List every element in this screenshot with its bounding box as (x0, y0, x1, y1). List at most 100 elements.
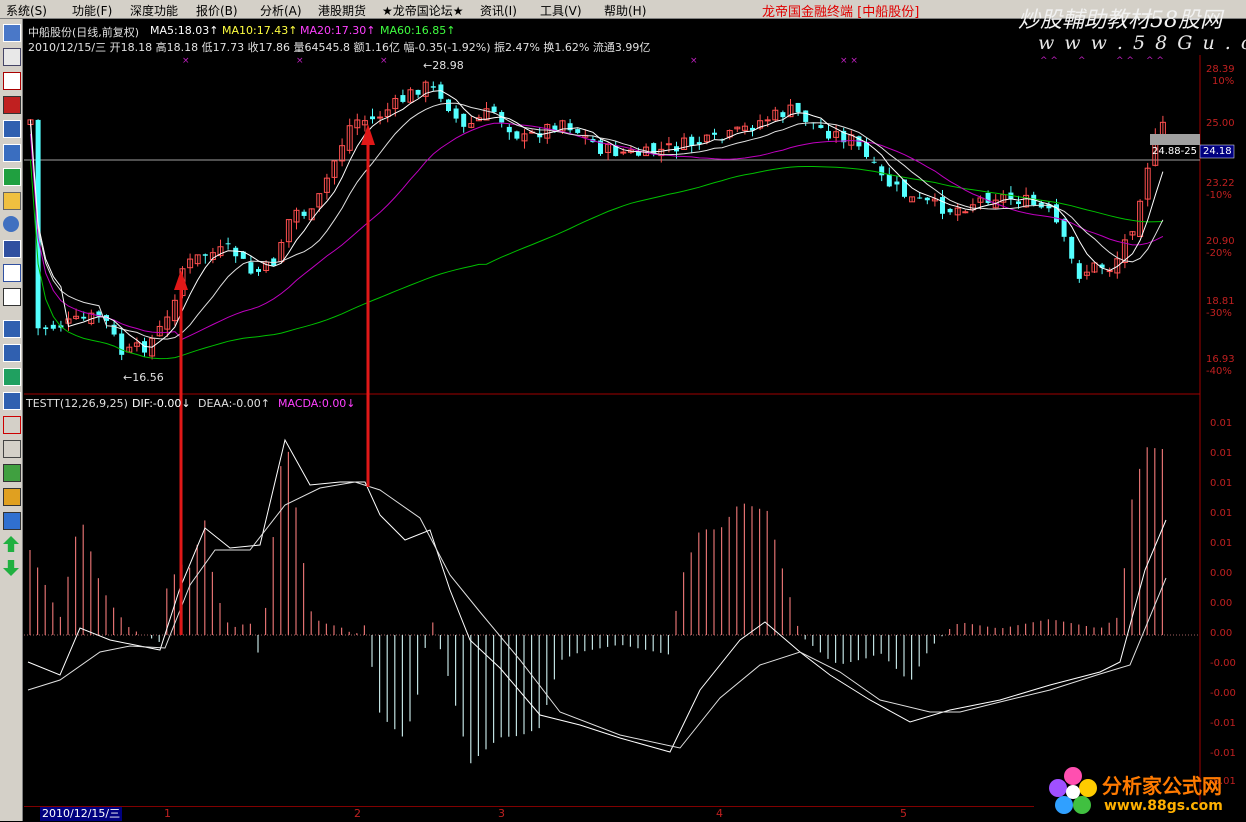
month-label: 2 (354, 807, 361, 820)
price-box-label: 24.88-25 (1152, 146, 1197, 157)
candle (1061, 218, 1067, 237)
axis-price: 25.00 (1206, 118, 1235, 129)
moving-averages (30, 90, 1164, 360)
candle (491, 106, 497, 113)
candle (50, 324, 56, 329)
candle (506, 126, 512, 133)
macd-axis-label: 0.01 (1210, 418, 1233, 429)
candle (202, 254, 208, 256)
ma5-line (30, 90, 1164, 348)
candle (665, 143, 672, 146)
svg-text:×: × (296, 56, 304, 66)
svg-text:×: × (380, 56, 388, 66)
macd-axis-label: -0.01 (1210, 718, 1236, 729)
svg-text:^ ^: ^ ^ (1040, 56, 1058, 66)
axis-price: 20.90 (1206, 236, 1235, 247)
main-title: 中船股份(日线,前复权) (28, 26, 140, 39)
candle (225, 243, 231, 245)
svg-text:^: ^ (1078, 56, 1086, 66)
candle (415, 89, 421, 95)
svg-text:× ×: × × (840, 56, 858, 66)
dif-label: DIF:-0.00↓ (132, 397, 191, 410)
macd-axis-label: 0.00 (1210, 598, 1233, 609)
candle (1076, 263, 1082, 279)
candle (894, 181, 900, 185)
macd-axis-label: 0.01 (1210, 478, 1233, 489)
svg-text:^ ^: ^ ^ (1116, 56, 1134, 66)
axis-price: 16.93 (1206, 354, 1235, 365)
candlesticks (27, 80, 1166, 361)
candle (567, 123, 573, 131)
ma20-label: MA20:17.30↑ (300, 24, 376, 37)
candle (924, 197, 930, 201)
top-markers: × × × × × × ^ ^ ^ ^ ^ ^ ^ (182, 56, 1164, 66)
axis-pct: -30% (1206, 308, 1232, 319)
svg-text:^ ^: ^ ^ (1146, 56, 1164, 66)
axis-pct: -20% (1206, 248, 1232, 259)
ma20-line (30, 122, 1164, 340)
dif-line (27, 438, 1167, 753)
axis-price: 23.22 (1206, 178, 1235, 189)
macd-lines (27, 438, 1167, 753)
low-marker: ←16.56 (123, 371, 164, 384)
candle (370, 116, 375, 120)
ma5-label: MA5:18.03↑ (150, 24, 219, 37)
candle (81, 316, 87, 319)
flower-logo-icon (1049, 767, 1097, 814)
candle (871, 161, 877, 163)
candle (886, 174, 892, 187)
candle (430, 86, 436, 88)
candle (256, 269, 261, 272)
candle (514, 131, 520, 139)
macd-axis-label: 0.01 (1210, 448, 1233, 459)
candle (248, 262, 254, 274)
deaa-label: DEAA:-0.00↑ (198, 397, 270, 410)
axis-pct: -40% (1206, 366, 1232, 377)
axis-pct: -10% (1206, 190, 1232, 201)
svg-text:×: × (690, 56, 698, 66)
cursor-date: 2010/12/15/三 (40, 807, 123, 821)
macd-axis-label: -0.00 (1210, 688, 1236, 699)
candle (43, 327, 49, 330)
candle (780, 112, 786, 118)
macd-axis-label: 0.00 (1210, 628, 1233, 639)
axis-price: 28.39 (1206, 64, 1235, 75)
date-axis: 2010/12/15/三 1 2 3 4 5 (24, 806, 1034, 822)
axis-pct: 10% (1212, 76, 1235, 87)
high-marker: ←28.98 (423, 59, 464, 72)
candle (962, 211, 969, 214)
macd-axis-label: 0.01 (1210, 538, 1233, 549)
month-label: 4 (716, 807, 723, 820)
sub-title: TESTT(12,26,9,25) (26, 397, 128, 410)
arrow-up-icon (361, 124, 375, 145)
candle (818, 125, 824, 128)
macd-axis-label: -0.00 (1210, 658, 1236, 669)
logo-url: www.88gs.com (1104, 798, 1223, 814)
arrow-up-icon (174, 270, 188, 290)
candle (803, 110, 809, 122)
candle (917, 197, 923, 199)
candle (461, 113, 467, 127)
ma10-label: MA10:17.43↑ (222, 24, 298, 37)
candle (879, 166, 885, 176)
macd-axis-label: 0.01 (1210, 508, 1233, 519)
macd-histogram (29, 447, 1164, 764)
candle (764, 119, 771, 122)
candle (947, 208, 953, 213)
ma60-label: MA60:16.85↑ (380, 24, 456, 37)
stock-chart[interactable]: × × × × × × ^ ^ ^ ^ ^ ^ ^ (0, 0, 1246, 821)
current-price-label: 24.18 (1203, 146, 1232, 157)
candle (233, 247, 239, 257)
month-label: 3 (498, 807, 505, 820)
macda-label: MACDA:0.00↓ (278, 397, 356, 410)
candle (795, 102, 801, 113)
logo-text: 分析家公式网 (1102, 774, 1222, 798)
price-highlight (1150, 134, 1200, 145)
macd-axis-label: -0.01 (1210, 748, 1236, 759)
candle (400, 95, 406, 102)
candle (453, 108, 459, 119)
ma10-line (30, 102, 1164, 340)
month-label: 1 (164, 807, 171, 820)
axis-price: 18.81 (1206, 296, 1235, 307)
macd-axis-label: 0.00 (1210, 568, 1233, 579)
